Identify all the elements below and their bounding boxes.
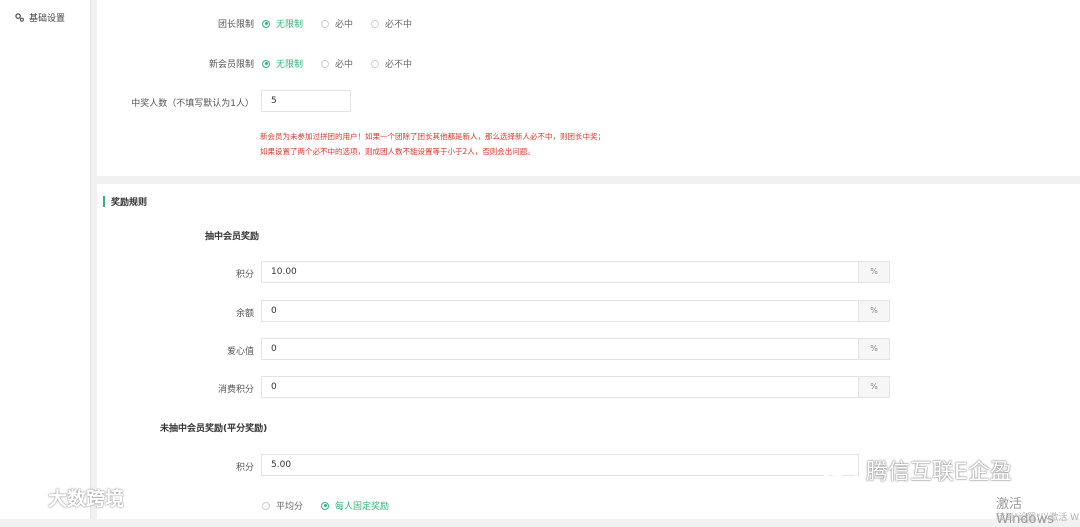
radio-icon bbox=[321, 59, 330, 68]
radio-icon bbox=[262, 59, 270, 68]
winner-love-label: 爱心值 bbox=[226, 347, 254, 357]
winner-consume-input[interactable]: 0 bbox=[261, 376, 859, 398]
watermark-logo-icon bbox=[9, 486, 42, 509]
loser-points-label: 积分 bbox=[235, 463, 254, 473]
leader-limit-radios: 无限制 必中 必不中 bbox=[262, 17, 430, 30]
leader-limit-option-must-win[interactable]: 必中 bbox=[321, 17, 353, 30]
section-accent-bar bbox=[103, 196, 105, 207]
radio-icon bbox=[321, 19, 330, 28]
radio-icon bbox=[371, 19, 380, 28]
split-mode-option-fixed[interactable]: 每人固定奖励 bbox=[321, 499, 389, 512]
radio-icon bbox=[262, 19, 270, 28]
split-mode-radios: 平均分 每人固定奖励 bbox=[262, 499, 407, 512]
new-member-limit-label: 新会员限制 bbox=[208, 60, 254, 70]
wechat-icon bbox=[818, 455, 858, 484]
new-member-option-unlimited[interactable]: 无限制 bbox=[262, 57, 303, 70]
sidebar-item-basic-settings[interactable]: 基础设置 bbox=[14, 11, 65, 24]
winner-consume-label: 消费积分 bbox=[217, 385, 254, 395]
leader-limit-label: 团长限制 bbox=[217, 20, 254, 30]
sidebar-item-label: 基础设置 bbox=[29, 14, 66, 24]
percent-suffix: % bbox=[859, 300, 890, 322]
winner-reward-title: 抽中会员奖励 bbox=[205, 232, 260, 242]
windows-activation-subtitle: 转到"设置"以激活 W bbox=[996, 513, 1080, 523]
split-mode-option-average[interactable]: 平均分 bbox=[262, 499, 303, 512]
winner-balance-label: 余额 bbox=[235, 309, 254, 319]
section-title-rewards: 奖励规则 bbox=[103, 195, 147, 208]
gear-icon bbox=[15, 13, 24, 22]
winner-count-label: 中奖人数（不填写默认为1人） bbox=[131, 99, 254, 109]
winner-points-input[interactable]: 10.00 bbox=[261, 261, 859, 283]
winner-balance-input[interactable]: 0 bbox=[261, 300, 859, 322]
radio-icon bbox=[262, 501, 270, 510]
note-line-1: 新会员为未参加过拼团的用户！如果一个团除了团长其他都是新人，那么选择新人必不中，… bbox=[260, 132, 605, 141]
new-member-limit-radios: 无限制 必中 必不中 bbox=[262, 57, 430, 70]
winner-count-input[interactable]: 5 bbox=[261, 90, 351, 112]
new-member-option-must-win[interactable]: 必中 bbox=[321, 57, 353, 70]
percent-suffix: % bbox=[859, 376, 890, 398]
watermark-left: 大数跨境 bbox=[8, 484, 124, 511]
percent-suffix: % bbox=[859, 261, 890, 283]
loser-points-input[interactable]: 5.00 bbox=[261, 454, 859, 476]
percent-suffix: % bbox=[859, 338, 890, 360]
radio-icon bbox=[371, 59, 380, 68]
radio-icon bbox=[321, 501, 330, 510]
watermark-right: 腾信互联E企盈 bbox=[818, 454, 1012, 486]
leader-limit-option-must-lose[interactable]: 必不中 bbox=[371, 17, 412, 30]
new-member-option-must-lose[interactable]: 必不中 bbox=[371, 57, 412, 70]
leader-limit-option-unlimited[interactable]: 无限制 bbox=[262, 17, 303, 30]
winner-points-label: 积分 bbox=[235, 270, 254, 280]
note-line-2: 如果设置了两个必不中的选项，则成团人数不能设置等于小于2人，否则会出问题。 bbox=[260, 147, 535, 156]
sidebar: 基础设置 bbox=[0, 0, 91, 519]
winner-love-input[interactable]: 0 bbox=[261, 338, 859, 360]
loser-reward-title: 未抽中会员奖励(平分奖励) bbox=[160, 424, 268, 434]
